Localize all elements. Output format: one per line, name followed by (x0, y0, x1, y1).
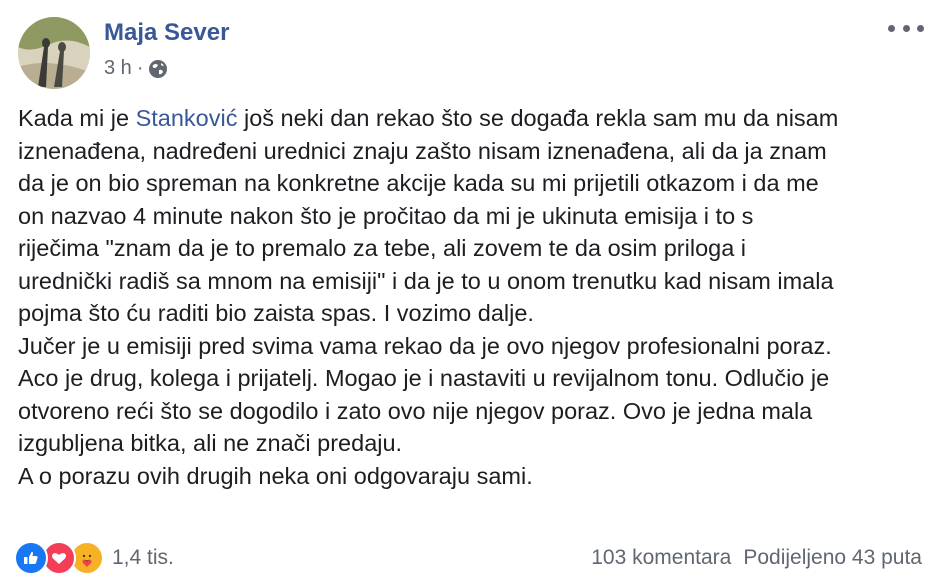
profile-photo (18, 17, 90, 89)
engagement-counts: 103 komentara Podijeljeno 43 puta (591, 546, 922, 570)
post-text-line: A o porazu ovih drugih neka oni odgovara… (18, 462, 533, 489)
post-meta: 3 h · (104, 57, 168, 80)
more-dot (917, 24, 924, 32)
post-text-line: da je on bio spreman na konkretne akcije… (18, 170, 819, 196)
facebook-post: Maja Sever 3 h · Kada mi je Stanković jo… (0, 0, 940, 587)
post-text-line: iznenađena, nadređeni urednici znaju zaš… (18, 137, 827, 164)
avatar[interactable] (18, 17, 90, 89)
comments-count[interactable]: 103 komentara (591, 546, 731, 570)
post-text-line: otvoreno reći što se dogodilo i zato ovo… (18, 397, 813, 424)
reactions-count[interactable]: 1,4 tis. (112, 546, 174, 570)
post-text-line: riječima "znam da je to premalo za tebe,… (18, 235, 747, 261)
post-text-line: pojma što ću raditi bio zaista spas. I v… (18, 300, 534, 326)
mention-link[interactable]: Stanković (136, 105, 238, 131)
post-text: Kada mi je Stanković još neki dan rekao … (18, 102, 928, 492)
post-text-line: Kada mi je Stanković još neki dan rekao … (18, 102, 928, 135)
globe-icon[interactable] (148, 59, 168, 79)
more-dot (902, 24, 910, 32)
post-time[interactable]: 3 h (104, 57, 132, 80)
post-text-line: urednički radiš sa mnom na emisiji" i da… (18, 267, 834, 294)
text-segment: Kada mi je (18, 105, 136, 131)
shares-count[interactable]: Podijeljeno 43 puta (743, 546, 922, 570)
more-dot (888, 24, 895, 32)
post-footer: 1,4 tis. 103 komentara Podijeljeno 43 pu… (14, 540, 922, 576)
more-options-icon[interactable] (888, 16, 924, 40)
post-text-line: Aco je drug, kolega i prijatelj. Mogao j… (18, 365, 830, 391)
meta-separator: · (136, 57, 144, 79)
post-text-line: on nazvao 4 minute nakon što je pročitao… (18, 202, 754, 229)
post-text-line: Jučer je u emisiji pred svima vama rekao… (18, 332, 832, 359)
like-icon (14, 541, 48, 575)
text-segment: još neki dan rekao što se događa rekla s… (237, 105, 839, 131)
author-name[interactable]: Maja Sever (104, 19, 229, 47)
reactions-summary[interactable]: 1,4 tis. (14, 541, 174, 575)
post-text-line: izgubljena bitka, ali ne znači predaju. (18, 430, 403, 456)
